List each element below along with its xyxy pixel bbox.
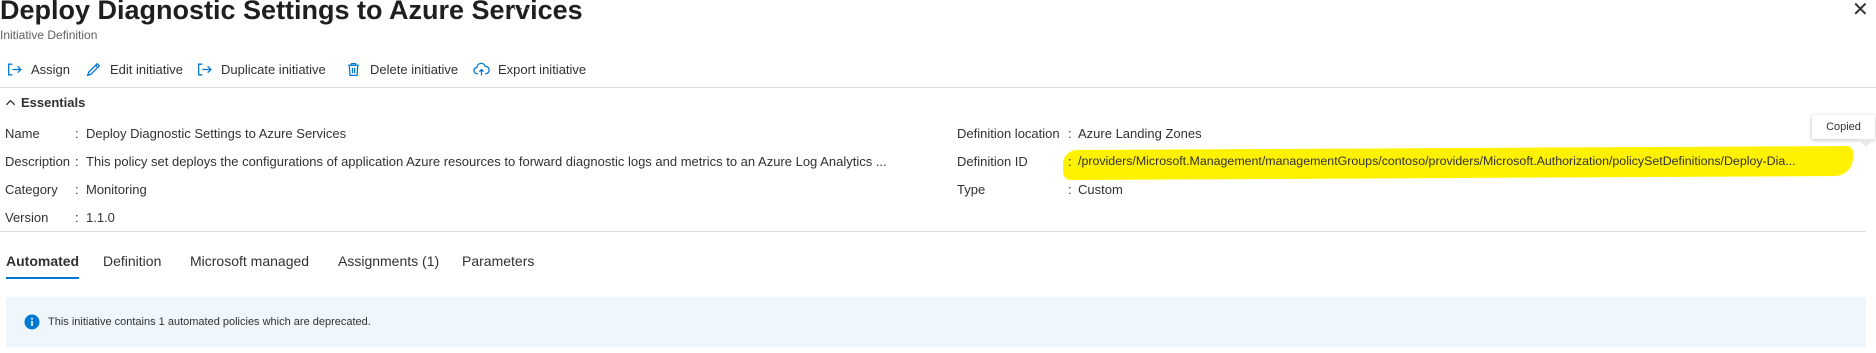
export-initiative-label: Export initiative (498, 61, 587, 77)
definition-id-label: Definition ID (957, 154, 1028, 169)
chevron-up-icon (5, 99, 16, 106)
export-initiative-button[interactable]: Export initiative (473, 59, 586, 79)
version-value: 1.1.0 (86, 210, 115, 225)
info-message: This initiative contains 1 automated pol… (48, 316, 371, 328)
close-button[interactable]: ✕ (1852, 0, 1869, 20)
toolbar-divider (0, 87, 1876, 88)
essentials-toggle[interactable]: Essentials (5, 95, 85, 110)
description-separator: : (75, 154, 79, 169)
description-label: Description (5, 154, 71, 169)
category-value: Monitoring (86, 182, 147, 197)
description-value: This policy set deploys the configuratio… (86, 154, 887, 169)
tab-definition[interactable]: Definition (103, 253, 161, 269)
trash-icon (348, 62, 359, 76)
name-label: Name (5, 126, 40, 141)
active-tab-indicator (6, 277, 79, 279)
essentials-label: Essentials (21, 95, 86, 110)
duplicate-icon (198, 63, 212, 75)
delete-initiative-button[interactable]: Delete initiative (345, 59, 458, 79)
info-icon (24, 314, 40, 330)
cloud-upload-icon (473, 62, 490, 75)
type-value: Custom (1078, 182, 1123, 197)
type-separator: : (1068, 182, 1072, 197)
tab-parameters[interactable]: Parameters (462, 253, 534, 269)
more-options-button[interactable]: ··· (512, 0, 531, 18)
name-value: Deploy Diagnostic Settings to Azure Serv… (86, 126, 347, 141)
tooltip-tail (1858, 139, 1874, 147)
category-label: Category (5, 182, 58, 197)
pencil-icon (86, 62, 101, 76)
definition-location-separator: : (1068, 126, 1072, 141)
tab-assignments[interactable]: Assignments (1) (338, 253, 439, 269)
delete-initiative-label: Delete initiative (370, 61, 459, 77)
page-subtitle: Initiative Definition (0, 28, 98, 42)
copied-tooltip: Copied (1812, 115, 1875, 139)
edit-initiative-button[interactable]: Edit initiative (85, 59, 183, 79)
assign-label: Assign (31, 61, 71, 77)
category-separator: : (75, 182, 79, 197)
definition-id-value[interactable]: /providers/Microsoft.Management/manageme… (1078, 154, 1796, 168)
duplicate-initiative-label: Duplicate initiative (221, 61, 326, 77)
definition-location-label: Definition location (957, 126, 1060, 141)
definition-location-value: Azure Landing Zones (1078, 126, 1202, 141)
info-message-bar: This initiative contains 1 automated pol… (6, 297, 1866, 347)
type-label: Type (957, 182, 986, 197)
edit-initiative-label: Edit initiative (110, 61, 183, 77)
version-label: Version (5, 210, 49, 225)
tab-microsoft-managed[interactable]: Microsoft managed (190, 253, 309, 269)
page-title: Deploy Diagnostic Settings to Azure Serv… (0, 0, 583, 25)
tab-automated[interactable]: Automated (6, 253, 79, 269)
name-separator: : (75, 126, 79, 141)
assign-icon (8, 63, 22, 75)
duplicate-initiative-button[interactable]: Duplicate initiative (196, 59, 326, 79)
version-separator: : (75, 210, 79, 225)
assign-button[interactable]: Assign (6, 59, 70, 79)
definition-id-separator: : (1068, 154, 1072, 169)
essentials-divider (0, 231, 1866, 232)
